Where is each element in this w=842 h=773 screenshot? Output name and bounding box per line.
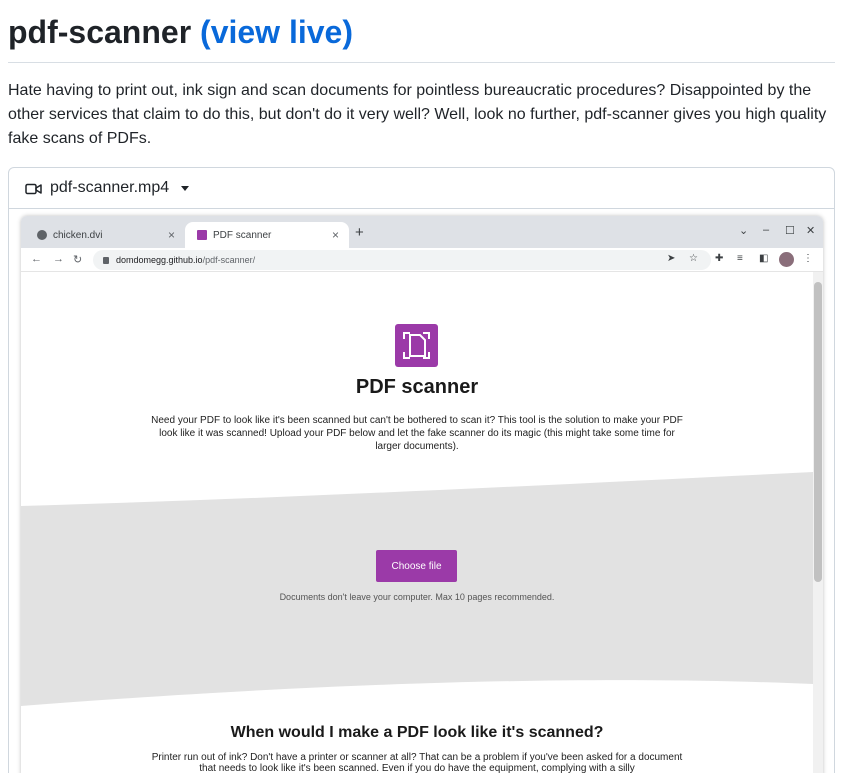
repo-name: pdf-scanner bbox=[8, 14, 192, 50]
video-embed: pdf-scanner.mp4 chicken.dvi × PDF scanne… bbox=[8, 167, 835, 773]
app-title: PDF scanner bbox=[355, 376, 479, 398]
view-live-link[interactable]: (view live) bbox=[200, 14, 353, 50]
reload-icon[interactable]: ↻ bbox=[73, 253, 82, 266]
extensions-icon[interactable]: ✚ bbox=[715, 253, 723, 264]
video-camera-icon bbox=[25, 182, 42, 195]
minimize-icon[interactable]: – bbox=[763, 224, 769, 236]
kebab-menu-icon[interactable]: ⋮ bbox=[803, 253, 813, 264]
choose-file-button[interactable]: Choose file bbox=[376, 550, 457, 582]
browser-window: chicken.dvi × PDF scanner × + ⌄ – ☐ ✕ ← … bbox=[21, 216, 823, 773]
upload-area-background bbox=[21, 472, 813, 706]
chevron-down-icon[interactable]: ⌄ bbox=[739, 224, 748, 237]
lock-icon bbox=[103, 256, 109, 264]
tab-label: PDF scanner bbox=[213, 229, 272, 241]
url-path: /pdf-scanner/ bbox=[202, 255, 256, 265]
intro-paragraph: Hate having to print out, ink sign and s… bbox=[8, 82, 827, 147]
pdf-scanner-favicon-icon bbox=[197, 230, 207, 240]
title-divider bbox=[8, 62, 835, 63]
avatar[interactable] bbox=[779, 252, 794, 267]
side-panel-icon[interactable]: ◧ bbox=[759, 253, 768, 264]
tab-pdf-scanner[interactable]: PDF scanner × bbox=[185, 222, 349, 248]
star-icon[interactable]: ☆ bbox=[689, 253, 698, 264]
url-host: domdomegg.github.io bbox=[116, 255, 203, 265]
video-filename: pdf-scanner.mp4 bbox=[50, 179, 170, 196]
address-bar[interactable]: domdomegg.github.io/pdf-scanner/ bbox=[93, 250, 711, 270]
maximize-icon[interactable]: ☐ bbox=[785, 224, 795, 237]
chevron-down-icon[interactable] bbox=[181, 185, 190, 191]
page-viewport: PDF scanner Need your PDF to look like i… bbox=[21, 272, 823, 773]
upload-note: Documents don't leave your computer. Max… bbox=[279, 592, 555, 602]
tab-strip: chicken.dvi × PDF scanner × + ⌄ – ☐ ✕ bbox=[21, 216, 823, 248]
globe-icon bbox=[37, 230, 47, 240]
new-tab-button[interactable]: + bbox=[355, 224, 364, 241]
scrollbar-thumb[interactable] bbox=[814, 282, 822, 582]
section-heading: When would I make a PDF look like it's s… bbox=[230, 724, 604, 741]
pdf-scanner-logo-icon bbox=[395, 324, 438, 367]
media-icon[interactable]: ≡ bbox=[737, 253, 743, 264]
browser-toolbar: ← → ↻ domdomegg.github.io/pdf-scanner/ ➤… bbox=[21, 248, 823, 272]
page-title: pdf-scanner (view live) bbox=[8, 12, 353, 52]
tab-label: chicken.dvi bbox=[53, 229, 103, 241]
scrollbar[interactable] bbox=[813, 272, 823, 773]
close-icon[interactable]: × bbox=[168, 228, 175, 242]
close-icon[interactable]: × bbox=[332, 228, 339, 242]
app-description: Need your PDF to look like it's been sca… bbox=[151, 415, 683, 452]
section-paragraph: Printer run out of ink? Don't have a pri… bbox=[151, 752, 683, 773]
window-close-icon[interactable]: ✕ bbox=[806, 224, 815, 237]
forward-arrow-icon[interactable]: → bbox=[53, 253, 64, 265]
tab-chicken-dvi[interactable]: chicken.dvi × bbox=[25, 222, 185, 248]
send-icon[interactable]: ➤ bbox=[667, 253, 675, 264]
video-header[interactable]: pdf-scanner.mp4 bbox=[9, 168, 834, 209]
back-arrow-icon[interactable]: ← bbox=[31, 253, 42, 265]
